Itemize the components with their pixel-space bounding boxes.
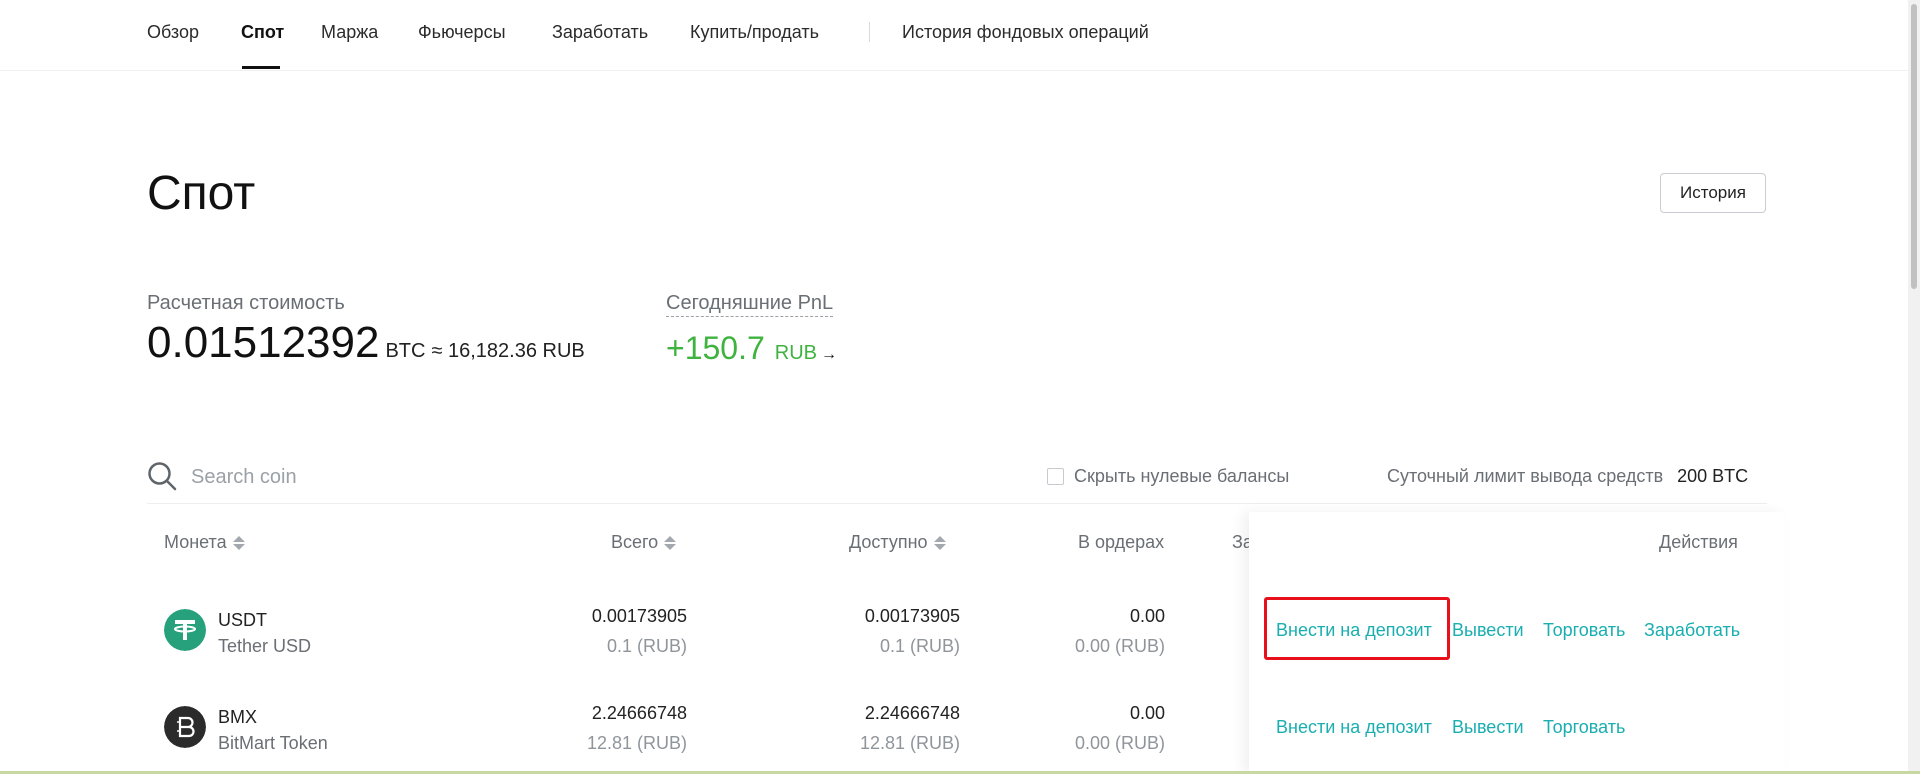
tab-margin[interactable]: Маржа	[321, 22, 378, 43]
col-header-available[interactable]: Доступно	[849, 532, 946, 553]
col-header-actions: Действия	[1659, 532, 1738, 552]
coin-symbol: BMX	[218, 707, 258, 727]
in-orders-value: 0.00	[1129, 703, 1165, 723]
search-icon	[148, 462, 177, 491]
pnl-value: +150.7	[666, 330, 765, 366]
withdraw-link[interactable]: Вывести	[1452, 717, 1524, 738]
total-rub: 0.1 (RUB)	[606, 636, 687, 656]
available-rub: 12.81 (RUB)	[859, 733, 960, 753]
estimated-value: 0.01512392 BTC ≈ 16,182.36 RUB	[147, 318, 585, 368]
available-rub: 0.1 (RUB)	[879, 636, 960, 656]
in-orders-value: 0.00	[1129, 606, 1165, 626]
tab-earn[interactable]: Заработать	[552, 22, 648, 43]
filter-bar: Скрыть нулевые балансы Суточный лимит вы…	[147, 458, 1767, 504]
bmx-coin-icon	[164, 706, 206, 748]
estimated-value-btc: 0.01512392	[147, 318, 380, 367]
page-title: Спот	[147, 167, 256, 220]
scrollbar-thumb[interactable]	[1911, 4, 1917, 289]
coin-name: Tether USD	[218, 636, 312, 656]
available-value: 0.00173905	[864, 606, 960, 626]
active-tab-indicator	[242, 66, 280, 69]
pnl-label[interactable]: Сегодняшние PnL	[666, 292, 834, 317]
estimated-value-unit: BTC	[385, 340, 426, 362]
tab-spot[interactable]: Спот	[241, 22, 284, 43]
history-button[interactable]: История	[1660, 173, 1766, 213]
withdraw-limit-value: 200 BTC	[1677, 466, 1749, 486]
usdt-coin-icon	[164, 609, 206, 651]
pnl-value-link[interactable]: +150.7 RUB →	[666, 330, 837, 367]
hide-zero-checkbox[interactable]	[1047, 468, 1064, 485]
total-value: 2.24666748	[591, 703, 687, 723]
estimated-value-label: Расчетная стоимость	[147, 292, 345, 314]
estimated-value-rub: ≈ 16,182.36 RUB	[431, 340, 585, 362]
in-orders-rub: 0.00 (RUB)	[1074, 636, 1165, 656]
tab-buy-sell[interactable]: Купить/продать	[690, 22, 819, 43]
nav-divider	[869, 22, 870, 42]
page-scrollbar[interactable]	[1908, 0, 1920, 774]
trade-link[interactable]: Торговать	[1543, 620, 1625, 641]
pnl-currency: RUB	[774, 342, 817, 364]
sort-icon	[933, 535, 946, 550]
total-value: 0.00173905	[591, 606, 687, 626]
available-value: 2.24666748	[864, 703, 960, 723]
tab-futures[interactable]: Фьючерсы	[418, 22, 506, 43]
coin-name: BitMart Token	[218, 733, 328, 753]
withdraw-link[interactable]: Вывести	[1452, 620, 1524, 641]
col-header-in-orders-label: В ордерах	[1078, 532, 1165, 552]
withdraw-limit-label: Суточный лимит вывода средств	[1387, 466, 1664, 486]
tab-fund-history[interactable]: История фондовых операций	[902, 22, 1149, 43]
arrow-right-icon: →	[821, 346, 837, 363]
col-header-in-orders: В ордерах	[1078, 532, 1164, 553]
coin-symbol: USDT	[218, 610, 267, 630]
top-nav: Обзор Спот Маржа Фьючерсы Заработать Куп…	[0, 0, 1920, 71]
col-header-total[interactable]: Всего	[611, 532, 677, 553]
withdraw-limit: Суточный лимит вывода средств 200 BTC	[1387, 466, 1748, 487]
earn-link[interactable]: Заработать	[1644, 620, 1740, 641]
col-header-total-label: Всего	[611, 532, 659, 552]
col-header-available-label: Доступно	[849, 532, 928, 552]
hide-zero-balances[interactable]: Скрыть нулевые балансы	[1047, 466, 1289, 487]
col-header-coin-label: Монета	[164, 532, 227, 552]
in-orders-rub: 0.00 (RUB)	[1074, 733, 1165, 753]
hide-zero-label: Скрыть нулевые балансы	[1074, 466, 1290, 486]
tab-overview[interactable]: Обзор	[147, 22, 199, 43]
trade-link[interactable]: Торговать	[1543, 717, 1625, 738]
sort-icon	[232, 535, 245, 550]
search-input[interactable]	[189, 460, 793, 494]
deposit-highlight-box	[1264, 597, 1450, 660]
sort-icon	[664, 535, 677, 550]
deposit-link[interactable]: Внести на депозит	[1276, 717, 1432, 738]
total-rub: 12.81 (RUB)	[586, 733, 687, 753]
col-header-coin[interactable]: Монета	[164, 532, 245, 553]
